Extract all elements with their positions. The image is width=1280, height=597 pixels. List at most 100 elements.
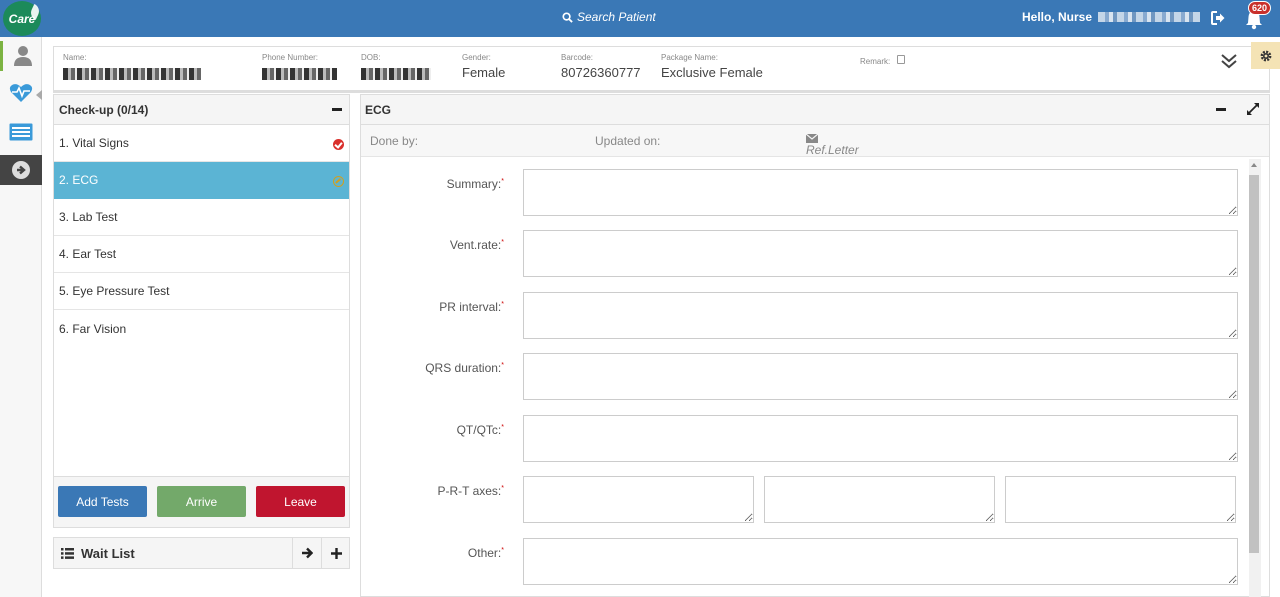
patient-phone-field: Phone Number: [262, 53, 337, 85]
settings-button[interactable] [1251, 42, 1280, 69]
heartbeat-icon [9, 84, 33, 102]
pr-interval-label: PR interval:* [439, 300, 504, 314]
patient-remark-field[interactable]: Remark: [860, 51, 905, 69]
t-axis-textarea[interactable] [1005, 476, 1236, 523]
collapse-checkup-button[interactable] [332, 104, 343, 115]
patient-barcode-field: Barcode: 80726360777 [561, 53, 641, 80]
fullscreen-icon[interactable] [1246, 102, 1260, 116]
summary-textarea[interactable] [523, 169, 1238, 216]
barcode-value: 80726360777 [561, 65, 641, 80]
name-label: Name: [63, 53, 87, 62]
ref-letter-link[interactable]: Ref.Letter [806, 134, 859, 157]
top-bar: Care Search Patient Hello, Nurse [0, 0, 1280, 37]
notification-count-badge: 620 [1248, 1, 1272, 15]
envelope-icon [806, 134, 818, 143]
checkup-item-label: 4. Ear Test [59, 247, 117, 261]
ecg-form: Summary:* Vent.rate:* PR interval:* QRS … [361, 159, 1249, 597]
wait-list-add-button[interactable] [321, 538, 350, 568]
checkup-item-lab-test[interactable]: 3. Lab Test [54, 199, 349, 236]
package-value: Exclusive Female [661, 65, 763, 80]
expand-header-chevron-icon[interactable] [1220, 53, 1238, 69]
checkup-panel-header: Check-up (0/14) [54, 95, 349, 125]
vent-rate-textarea[interactable] [523, 230, 1238, 277]
gender-label: Gender: [462, 53, 491, 62]
ecg-panel-header: ECG [361, 95, 1269, 125]
redacted-user-name [1098, 12, 1201, 22]
phone-label: Phone Number: [262, 53, 319, 62]
app-logo[interactable]: Care [3, 1, 42, 36]
ecg-scroll-thumb[interactable] [1249, 175, 1259, 553]
list-bullets-icon [61, 547, 74, 559]
remark-note-icon[interactable] [896, 55, 905, 65]
user-greeting: Hello, Nurse [1022, 10, 1201, 24]
search-patient-label: Search Patient [577, 10, 656, 24]
list-icon [9, 123, 33, 141]
checkup-title: Check-up (0/14) [59, 102, 149, 117]
done-by-label: Done by: [370, 134, 419, 148]
qt-qtc-label: QT/QTc:* [456, 423, 504, 437]
vent-rate-label: Vent.rate:* [449, 238, 504, 252]
rail-next-button[interactable] [0, 155, 42, 185]
qt-qtc-textarea[interactable] [523, 415, 1238, 462]
wait-list-panel[interactable]: Wait List [53, 537, 350, 569]
logout-icon[interactable] [1210, 10, 1226, 26]
checkup-item-label: 5. Eye Pressure Test [59, 284, 170, 298]
checkup-item-ear-test[interactable]: 4. Ear Test [54, 236, 349, 273]
rail-list-button[interactable] [0, 117, 42, 147]
remark-label: Remark: [860, 57, 891, 66]
checkup-item-vital-signs[interactable]: 1. Vital Signs [54, 125, 349, 162]
search-icon [562, 11, 573, 23]
greeting-text: Hello, Nurse [1022, 10, 1093, 24]
ecg-meta-row: Done by: Updated on: Ref.Letter [361, 125, 1269, 157]
qrs-duration-label: QRS duration:* [425, 361, 504, 375]
wait-list-next-button[interactable] [292, 538, 321, 568]
redacted-name [63, 68, 201, 80]
package-label: Package Name: [661, 53, 718, 62]
checkup-panel: Check-up (0/14) 1. Vital Signs 2. ECG 3.… [53, 94, 350, 528]
qrs-duration-textarea[interactable] [523, 353, 1238, 400]
leave-button[interactable]: Leave [256, 486, 345, 517]
pr-interval-textarea[interactable] [523, 292, 1238, 339]
check-circle-icon [333, 139, 344, 150]
checkup-item-label: 2. ECG [59, 173, 99, 187]
checkup-actions: Add Tests Arrive Leave [54, 476, 349, 527]
checkup-item-eye-pressure-test[interactable]: 5. Eye Pressure Test [54, 273, 349, 310]
redacted-dob [361, 68, 431, 80]
updated-on-label: Updated on: [595, 134, 661, 148]
ecg-title: ECG [365, 102, 392, 117]
collapse-ecg-button[interactable] [1216, 104, 1227, 115]
dob-label: DOB: [361, 53, 381, 62]
patient-package-field: Package Name: Exclusive Female [661, 53, 763, 80]
prt-axes-label: P-R-T axes:* [437, 484, 504, 498]
redacted-phone [262, 68, 337, 80]
other-textarea[interactable] [523, 538, 1238, 585]
patient-icon [13, 46, 32, 66]
patient-name-field: Name: [63, 53, 201, 85]
arrive-button[interactable]: Arrive [157, 486, 246, 517]
checkup-item-ecg[interactable]: 2. ECG [54, 162, 349, 199]
rail-patient-button[interactable] [0, 41, 42, 71]
patient-info-header: Name: Phone Number: DOB: Gender: Female … [53, 46, 1270, 93]
p-axis-textarea[interactable] [523, 476, 754, 523]
arrow-right-icon [302, 547, 313, 559]
checkup-item-label: 1. Vital Signs [59, 136, 129, 150]
add-tests-button[interactable]: Add Tests [58, 486, 147, 517]
patient-gender-field: Gender: Female [462, 53, 505, 80]
arrow-circle-icon [12, 161, 30, 179]
ref-letter-label: Ref.Letter [806, 143, 859, 157]
rail-collapse-caret[interactable] [36, 90, 42, 100]
ecg-panel: ECG Done by: Updated on: Ref.Letter Summ… [360, 94, 1270, 597]
r-axis-textarea[interactable] [764, 476, 995, 523]
summary-label: Summary:* [446, 177, 504, 191]
other-label: Other:* [467, 546, 504, 560]
search-patient-link[interactable]: Search Patient [562, 10, 656, 24]
scroll-up-arrow-icon[interactable] [1251, 163, 1257, 167]
patient-dob-field: DOB: [361, 53, 431, 85]
ban-circle-icon [333, 176, 344, 187]
wait-list-title: Wait List [81, 545, 135, 561]
barcode-label: Barcode: [561, 53, 594, 62]
checkup-item-label: 6. Far Vision [59, 321, 127, 336]
gender-value: Female [462, 65, 506, 80]
gear-icon [1260, 50, 1271, 61]
checkup-item-far-vision[interactable]: 6. Far Vision [54, 310, 349, 347]
